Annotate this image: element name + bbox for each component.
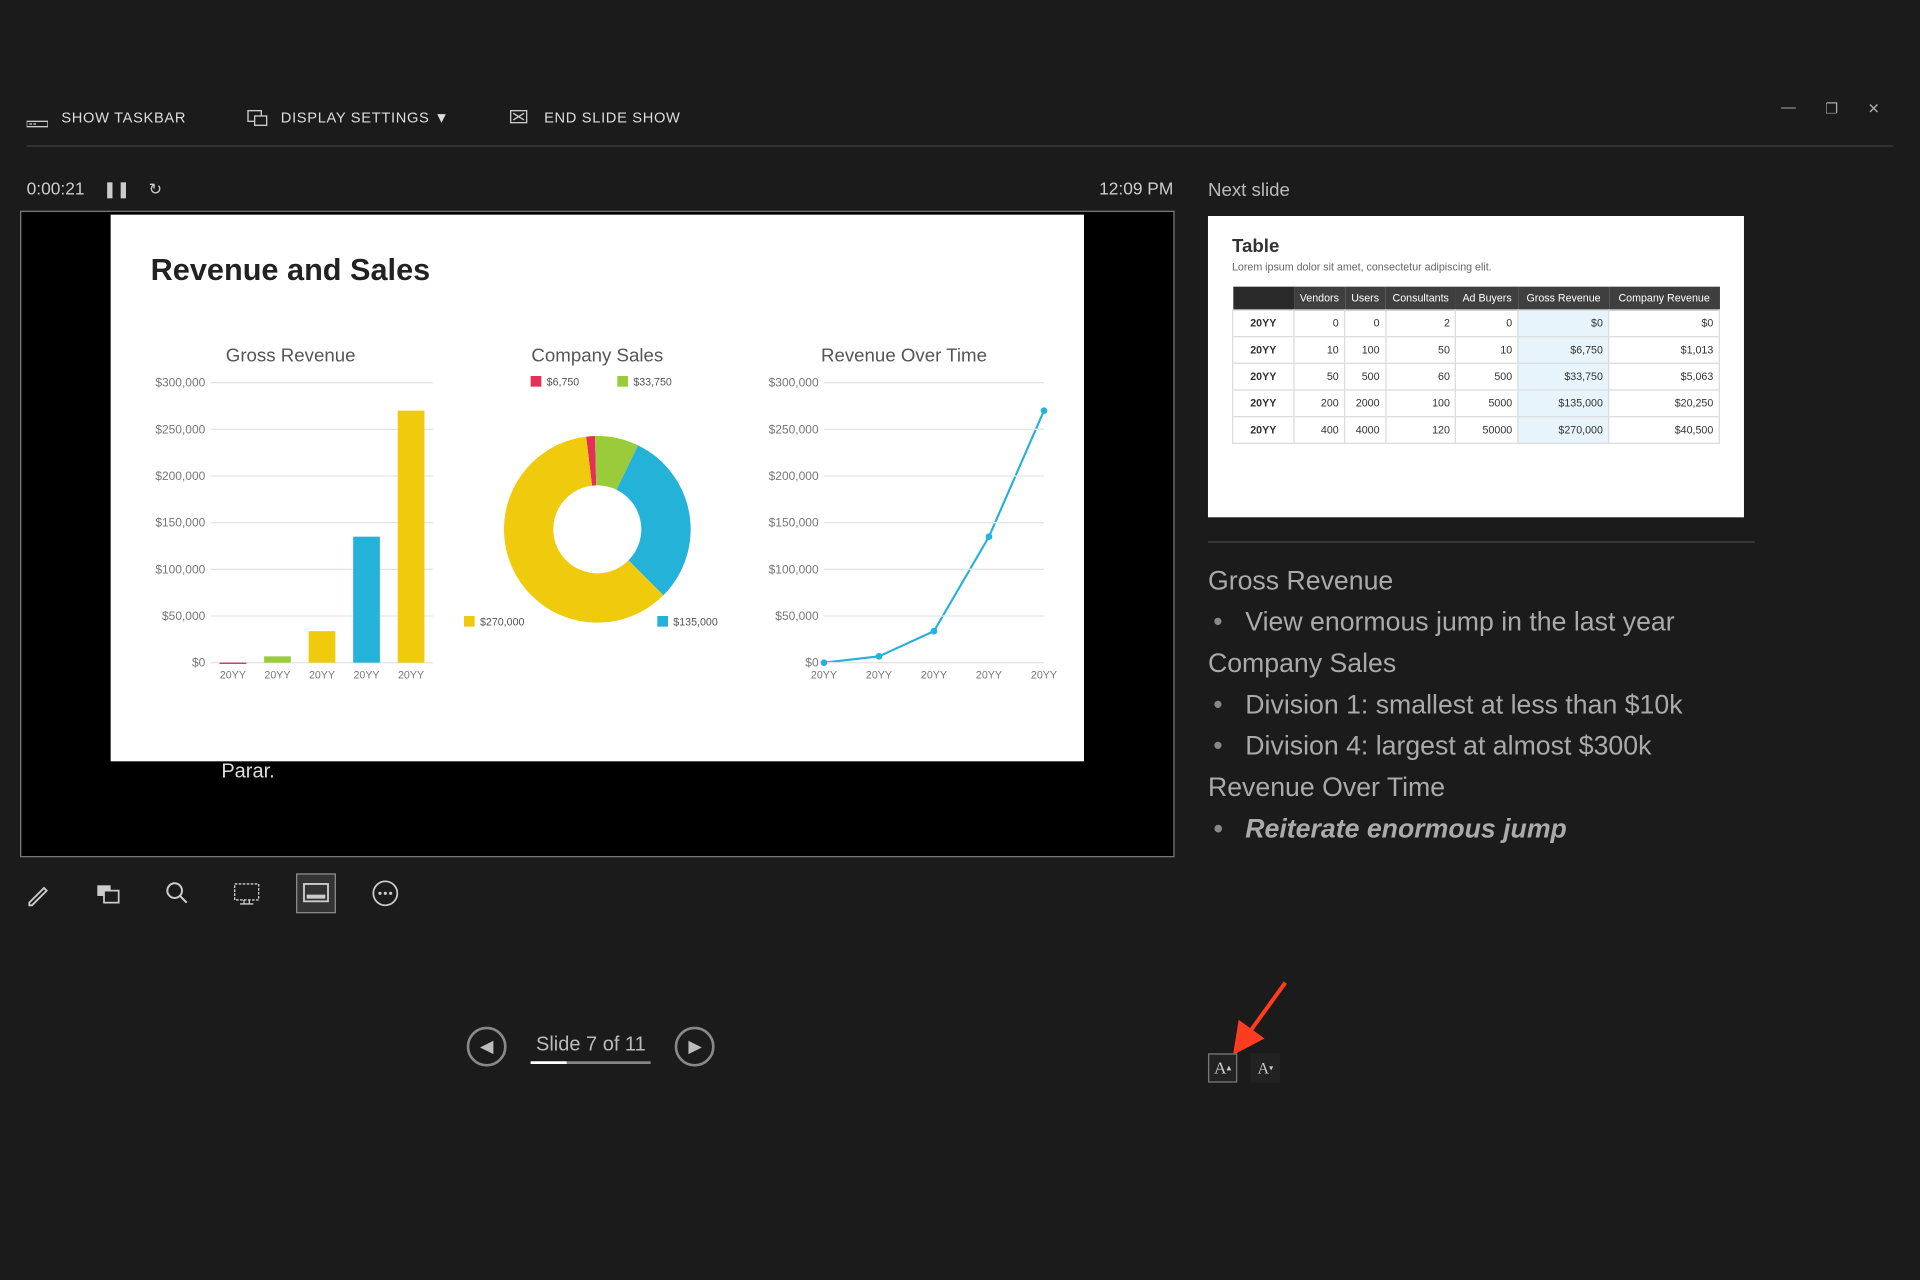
svg-text:$100,000: $100,000: [155, 562, 205, 576]
notes-font-size-controls: A▴ A▾: [1208, 1053, 1280, 1082]
magnifier-icon: [164, 880, 191, 907]
next-slide-label: Next slide: [1208, 179, 1755, 200]
slide-subtitle: Parar.: [221, 760, 274, 783]
svg-text:20YY: 20YY: [811, 670, 837, 682]
svg-text:20YY: 20YY: [1031, 670, 1057, 682]
current-slide: Revenue and Sales Gross Revenue $0 $50,00…: [111, 215, 1084, 762]
notes-bullet: Division 1: smallest at less than $10k: [1245, 685, 1754, 726]
svg-text:$150,000: $150,000: [769, 516, 819, 530]
notes-bullet: Division 4: largest at almost $300k: [1245, 727, 1754, 768]
slide-navigator: ◀ Slide 7 of 11 ▶: [467, 1027, 715, 1067]
display-settings-label: DISPLAY SETTINGS ▼: [281, 110, 450, 126]
svg-text:$0: $0: [805, 656, 819, 670]
svg-text:$33,750: $33,750: [633, 376, 672, 388]
clock-time: 12:09 PM: [1099, 179, 1173, 199]
svg-text:20YY: 20YY: [220, 670, 246, 682]
prev-slide-button[interactable]: ◀: [467, 1027, 507, 1067]
chart-company-sales: Company Sales $6,750 $33,750 $270,000 $135,…: [444, 344, 751, 748]
speaker-notes: Gross Revenue View enormous jump in the …: [1208, 561, 1755, 850]
svg-text:$6,750: $6,750: [547, 376, 580, 388]
timer-bar: 0:00:21 ❚❚ ↻ 12:09 PM: [27, 179, 1174, 199]
more-icon: [371, 879, 400, 908]
end-show-label: END SLIDE SHOW: [544, 110, 680, 126]
chart-gross-revenue: Gross Revenue $0 $50,000 $100,000 $150,000 $…: [137, 344, 444, 748]
black-screen-button[interactable]: [227, 873, 267, 913]
zoom-button[interactable]: [157, 873, 197, 913]
svg-text:20YY: 20YY: [264, 670, 290, 682]
pen-tool-button[interactable]: [19, 873, 59, 913]
svg-text:$0: $0: [192, 656, 206, 670]
chart2-title: Company Sales: [444, 344, 751, 365]
elapsed-time: 0:00:21: [27, 179, 85, 199]
chart-revenue-over-time: Revenue Over Time $0 $50,000 $100,000 $150,…: [751, 344, 1058, 748]
display-settings-icon: [246, 109, 267, 128]
svg-text:$300,000: $300,000: [769, 376, 819, 390]
more-options-button[interactable]: [365, 873, 405, 913]
svg-text:$200,000: $200,000: [769, 469, 819, 483]
pause-button[interactable]: ❚❚: [103, 179, 130, 198]
annotation-arrow-icon: [1221, 972, 1301, 1065]
notes-bullet: View enormous jump in the last year: [1245, 603, 1754, 644]
chart1-title: Gross Revenue: [137, 344, 444, 365]
presenter-tools: [19, 873, 406, 913]
notes-heading-1: Gross Revenue: [1208, 561, 1755, 602]
presenter-toolbar: SHOW TASKBAR DISPLAY SETTINGS ▼ END SLID…: [27, 107, 1894, 147]
subtitle-toggle-button[interactable]: [296, 873, 336, 913]
svg-text:20YY: 20YY: [921, 670, 947, 682]
next-slide-button[interactable]: ▶: [675, 1027, 715, 1067]
increase-font-button[interactable]: A▴: [1208, 1053, 1237, 1082]
next-slide-table: VendorsUsersConsultantsAd BuyersGross Re…: [1232, 287, 1720, 444]
end-slideshow-button[interactable]: END SLIDE SHOW: [509, 109, 680, 128]
svg-text:$150,000: $150,000: [155, 516, 205, 530]
grid-icon: [95, 880, 122, 907]
pen-icon: [25, 880, 52, 907]
svg-text:$250,000: $250,000: [155, 422, 205, 436]
slide-title: Revenue and Sales: [151, 252, 431, 288]
svg-text:$50,000: $50,000: [162, 609, 206, 623]
svg-text:20YY: 20YY: [353, 670, 379, 682]
show-taskbar-label: SHOW TASKBAR: [61, 110, 186, 126]
show-taskbar-button[interactable]: SHOW TASKBAR: [27, 109, 186, 128]
chart3-title: Revenue Over Time: [751, 344, 1058, 365]
svg-text:$300,000: $300,000: [155, 376, 205, 390]
next-slide-title: Table: [1232, 235, 1720, 256]
svg-text:$135,000: $135,000: [673, 616, 718, 628]
notes-heading-3: Revenue Over Time: [1208, 768, 1755, 809]
restart-timer-button[interactable]: ↻: [149, 179, 162, 198]
svg-text:$270,000: $270,000: [480, 616, 525, 628]
svg-text:20YY: 20YY: [309, 670, 335, 682]
svg-text:20YY: 20YY: [976, 670, 1002, 682]
slide-counter[interactable]: Slide 7 of 11: [531, 1030, 651, 1063]
notes-heading-2: Company Sales: [1208, 644, 1755, 685]
screen-icon: [232, 880, 261, 907]
taskbar-icon: [27, 109, 48, 128]
decrease-font-button[interactable]: A▾: [1251, 1053, 1280, 1082]
svg-text:$50,000: $50,000: [775, 609, 819, 623]
end-show-icon: [509, 109, 530, 128]
svg-text:$200,000: $200,000: [155, 469, 205, 483]
current-slide-frame[interactable]: Revenue and Sales Gross Revenue $0 $50,00…: [20, 211, 1175, 858]
next-slide-thumbnail[interactable]: Table Lorem ipsum dolor sit amet, consec…: [1208, 216, 1744, 517]
svg-text:$250,000: $250,000: [769, 422, 819, 436]
svg-text:20YY: 20YY: [398, 670, 424, 682]
svg-text:20YY: 20YY: [866, 670, 892, 682]
see-all-slides-button[interactable]: [88, 873, 128, 913]
next-slide-subtitle: Lorem ipsum dolor sit amet, consectetur …: [1232, 261, 1720, 273]
display-settings-button[interactable]: DISPLAY SETTINGS ▼: [246, 109, 449, 128]
notes-bullet-emphasis: Reiterate enormous jump: [1245, 809, 1754, 850]
subtitle-icon: [301, 880, 330, 907]
svg-text:$100,000: $100,000: [769, 562, 819, 576]
